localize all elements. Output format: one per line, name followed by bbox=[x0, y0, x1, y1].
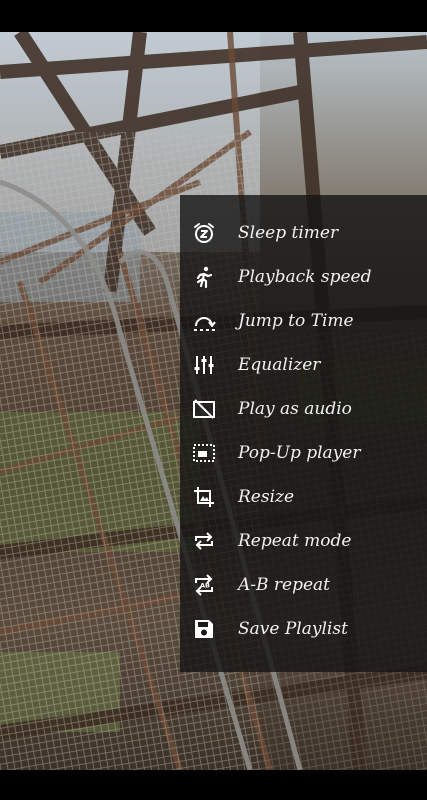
equalizer-sliders-icon bbox=[192, 353, 216, 377]
menu-item-play-as-audio[interactable]: Play as audio bbox=[180, 387, 427, 431]
menu-item-jump-to-time[interactable]: Jump to Time bbox=[180, 299, 427, 343]
save-floppy-icon bbox=[192, 617, 216, 641]
menu-item-save-playlist[interactable]: Save Playlist bbox=[180, 607, 427, 651]
navigation-bar bbox=[0, 770, 427, 800]
menu-item-repeat-mode[interactable]: Repeat mode bbox=[180, 519, 427, 563]
menu-item-pop-up-player[interactable]: Pop-Up player bbox=[180, 431, 427, 475]
picture-in-picture-icon bbox=[192, 441, 216, 465]
menu-item-label: A-B repeat bbox=[238, 575, 331, 595]
menu-item-label: Repeat mode bbox=[238, 531, 352, 551]
svg-text:AB: AB bbox=[200, 582, 210, 590]
video-frame[interactable]: Sleep timer Playback speed Jump to Time … bbox=[0, 32, 427, 770]
menu-item-label: Resize bbox=[238, 487, 295, 507]
ab-repeat-icon: AB bbox=[192, 573, 216, 597]
menu-item-playback-speed[interactable]: Playback speed bbox=[180, 255, 427, 299]
menu-item-ab-repeat[interactable]: AB A-B repeat bbox=[180, 563, 427, 607]
menu-item-sleep-timer[interactable]: Sleep timer bbox=[180, 211, 427, 255]
menu-item-label: Playback speed bbox=[238, 267, 372, 287]
menu-item-label: Equalizer bbox=[238, 355, 321, 375]
menu-item-label: Sleep timer bbox=[238, 223, 339, 243]
crop-icon bbox=[192, 485, 216, 509]
menu-item-label: Save Playlist bbox=[238, 619, 348, 639]
player-options-menu: Sleep timer Playback speed Jump to Time … bbox=[180, 195, 427, 672]
menu-item-resize[interactable]: Resize bbox=[180, 475, 427, 519]
screen: Sleep timer Playback speed Jump to Time … bbox=[0, 0, 427, 800]
menu-item-equalizer[interactable]: Equalizer bbox=[180, 343, 427, 387]
jump-arc-icon bbox=[192, 309, 216, 333]
menu-item-label: Pop-Up player bbox=[238, 443, 361, 463]
menu-item-label: Play as audio bbox=[238, 399, 352, 419]
status-bar bbox=[0, 0, 427, 32]
alarm-clock-z-icon bbox=[192, 221, 216, 245]
menu-item-label: Jump to Time bbox=[238, 311, 354, 331]
repeat-icon bbox=[192, 529, 216, 553]
video-off-icon bbox=[192, 397, 216, 421]
running-person-icon bbox=[192, 265, 216, 289]
